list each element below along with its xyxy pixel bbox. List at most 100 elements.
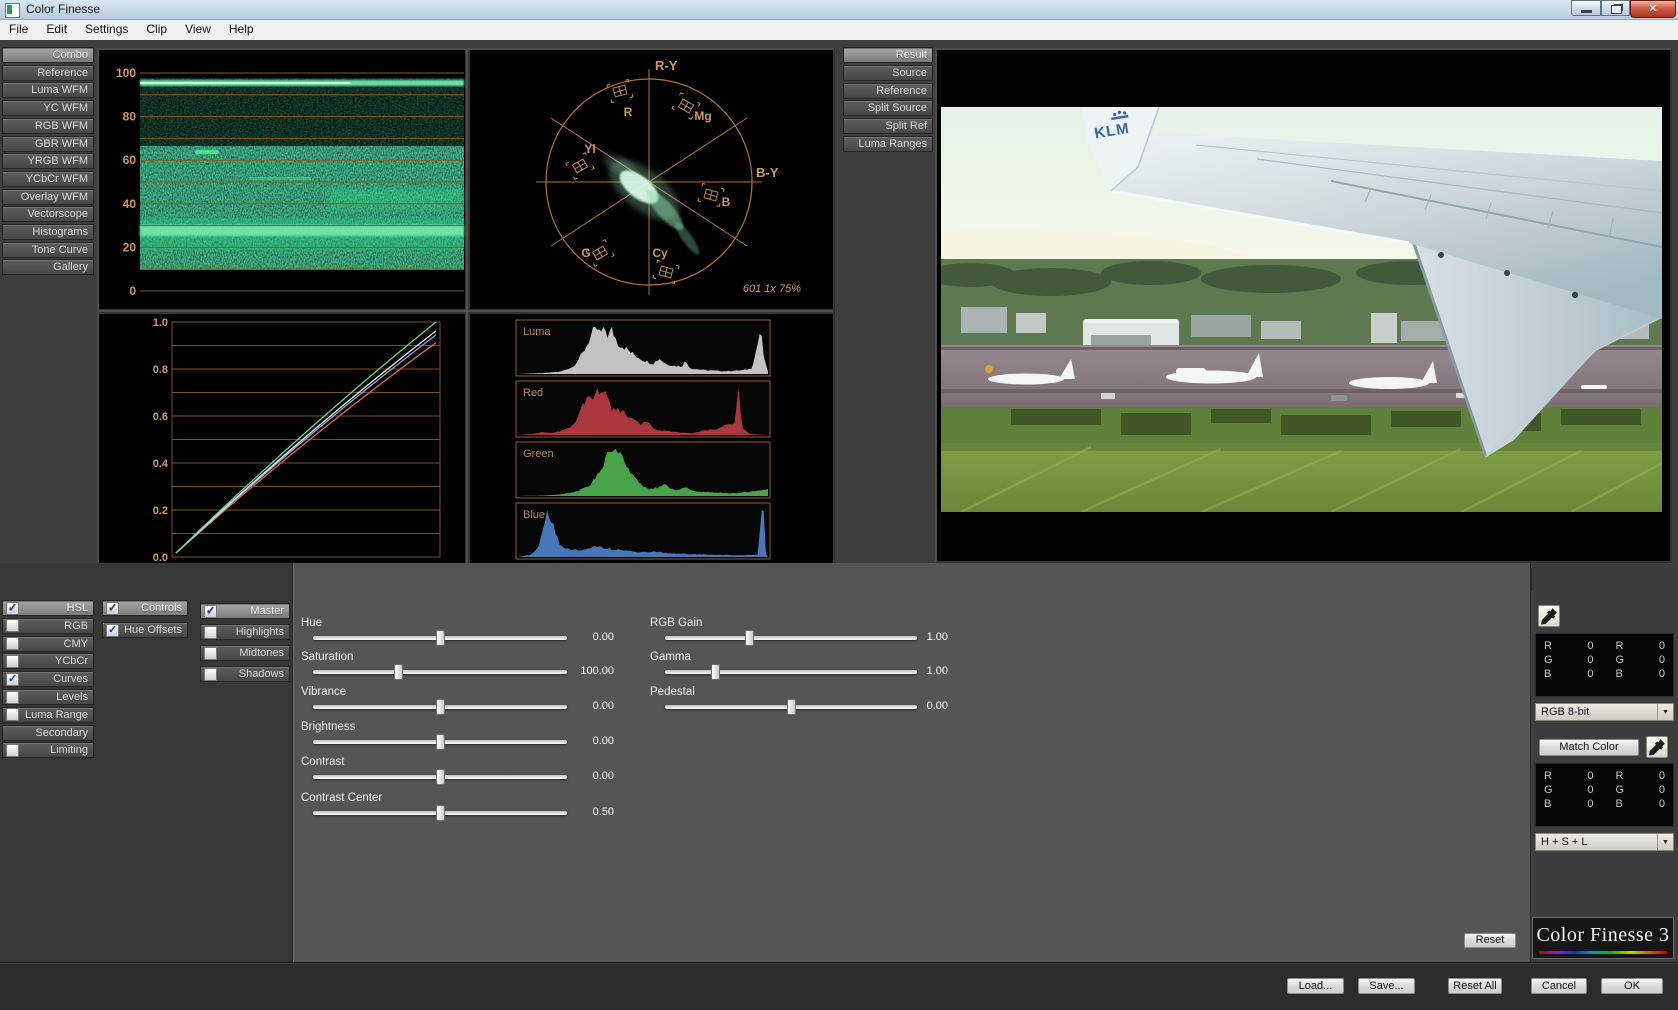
tab-label: YC WFM	[43, 102, 88, 115]
slider-thumb-contrast-center[interactable]	[435, 805, 445, 821]
menu-edit[interactable]: Edit	[37, 20, 76, 38]
ok-button[interactable]: OK	[1601, 978, 1663, 994]
checkbox-controls[interactable]	[106, 601, 119, 615]
slider-thumb-gamma[interactable]	[711, 664, 721, 680]
checkbox-midtones[interactable]	[204, 646, 217, 660]
grass-strip	[941, 403, 1662, 447]
load-button[interactable]: Load...	[1287, 978, 1344, 994]
vectorscope-target-cy	[652, 259, 680, 285]
correction-tab-secondary[interactable]: Secondary	[2, 724, 94, 741]
cancel-button[interactable]: Cancel	[1531, 978, 1587, 994]
vectorscope-target-label: B	[722, 195, 731, 209]
tab-label: RGB	[64, 619, 88, 632]
tab-label: Reference	[37, 66, 88, 79]
slider-thumb-rgb-gain[interactable]	[745, 630, 755, 646]
close-button[interactable]: ✕	[1630, 0, 1676, 18]
minimize-button[interactable]	[1571, 0, 1601, 16]
eyedropper-sample-button[interactable]	[1538, 605, 1560, 627]
tab-label: Result	[895, 49, 927, 61]
view-tab-result[interactable]: Result	[843, 47, 933, 63]
tonal-tab-master[interactable]: Master	[200, 603, 290, 619]
controls-tab-hue-offsets[interactable]: Hue Offsets	[102, 622, 188, 638]
tonal-tab-shadows[interactable]: Shadows	[200, 666, 290, 682]
color-values-top: R 0 R 0 G 0 G 0 B 0 B 0	[1535, 633, 1674, 697]
checkbox-hsl[interactable]	[6, 601, 19, 615]
correction-tab-rgb[interactable]: RGB	[2, 617, 94, 634]
tonal-tab-highlights[interactable]: Highlights	[200, 624, 290, 640]
slider-thumb-brightness[interactable]	[435, 734, 445, 750]
slider-thumb-contrast[interactable]	[435, 769, 445, 785]
menu-settings[interactable]: Settings	[76, 20, 137, 38]
tab-label: GBR WFM	[34, 137, 88, 150]
scope-tab-histograms[interactable]: Histograms	[2, 224, 94, 240]
correction-tab-luma-range[interactable]: Luma Range	[2, 706, 94, 723]
view-tab-source[interactable]: Source	[843, 64, 933, 81]
slider-label-contrast-center: Contrast Center	[301, 792, 383, 804]
slider-thumb-saturation[interactable]	[393, 664, 403, 680]
save-button[interactable]: Save...	[1358, 978, 1415, 994]
scope-tab-combo[interactable]: Combo	[2, 47, 94, 63]
view-tab-reference[interactable]: Reference	[843, 82, 933, 99]
checkbox-levels[interactable]	[6, 690, 19, 704]
reset-button[interactable]: Reset	[1464, 933, 1516, 948]
scope-tab-gallery[interactable]: Gallery	[2, 259, 94, 276]
view-tab-split-source[interactable]: Split Source	[843, 100, 933, 117]
reset-all-button[interactable]: Reset All	[1448, 978, 1502, 994]
slider-thumb-pedestal[interactable]	[786, 699, 796, 715]
scope-tab-yrgb-wfm[interactable]: YRGB WFM	[2, 153, 94, 170]
menu-bar: File Edit Settings Clip View Help	[0, 20, 1678, 40]
color-value-cell: B	[1544, 668, 1552, 680]
scope-tab-tone-curve[interactable]: Tone Curve	[2, 241, 94, 258]
scope-tab-reference[interactable]: Reference	[2, 64, 94, 81]
controls-tab-controls[interactable]: Controls	[102, 600, 188, 616]
view-tab-split-ref[interactable]: Split Ref	[843, 118, 933, 135]
checkbox-rgb[interactable]	[6, 619, 19, 633]
vectorscope-target-yl	[565, 152, 595, 180]
scope-tab-yc-wfm[interactable]: YC WFM	[2, 100, 94, 117]
match-mode-dropdown[interactable]: H + S + L ▼	[1535, 833, 1674, 851]
maximize-button[interactable]	[1601, 0, 1630, 16]
checkbox-hue-offsets[interactable]	[106, 623, 119, 637]
color-depth-dropdown[interactable]: RGB 8-bit ▼	[1535, 703, 1674, 721]
checkbox-cmy[interactable]	[6, 637, 19, 651]
slider-thumb-vibrance[interactable]	[435, 699, 445, 715]
correction-tab-ycbcr[interactable]: YCbCr	[2, 653, 94, 670]
tab-label: Source	[892, 66, 927, 79]
menu-file[interactable]: File	[0, 20, 37, 38]
color-value-cell: R	[1615, 640, 1624, 652]
checkbox-ycbcr[interactable]	[6, 654, 19, 668]
checkbox-luma-range[interactable]	[6, 708, 19, 722]
correction-tab-limiting[interactable]: Limiting	[2, 742, 94, 759]
checkbox-highlights[interactable]	[204, 625, 217, 639]
match-color-button[interactable]: Match Color	[1539, 739, 1639, 756]
color-value-cell: 0	[1658, 784, 1665, 796]
vectorscope-target-label: Cy	[652, 246, 668, 260]
correction-tab-levels[interactable]: Levels	[2, 689, 94, 705]
scope-tab-vectorscope[interactable]: Vectorscope	[2, 206, 94, 223]
checkbox-limiting[interactable]	[6, 743, 19, 757]
scope-tab-rgb-wfm[interactable]: RGB WFM	[2, 117, 94, 134]
checkbox-shadows[interactable]	[204, 667, 217, 681]
scope-tab-luma-wfm[interactable]: Luma WFM	[2, 82, 94, 99]
color-value-cell: G	[1544, 784, 1553, 796]
vectorscope-target-label: Yl	[584, 142, 595, 156]
view-tab-luma-ranges[interactable]: Luma Ranges	[843, 136, 933, 152]
scope-tab-gbr-wfm[interactable]: GBR WFM	[2, 135, 94, 152]
slider-track-saturation[interactable]	[313, 670, 567, 674]
correction-tab-cmy[interactable]: CMY	[2, 635, 94, 652]
tonal-tab-midtones[interactable]: Midtones	[200, 645, 290, 661]
correction-tab-hsl[interactable]: HSL	[2, 600, 94, 616]
tab-label: Gallery	[53, 261, 88, 274]
menu-view[interactable]: View	[176, 20, 220, 38]
slider-thumb-hue[interactable]	[435, 630, 445, 646]
menu-help[interactable]: Help	[220, 20, 263, 38]
vectorscope-scope: R-Y B-Y 601 1x 75% R Mg Yl B G Cy	[536, 58, 801, 295]
scope-tab-overlay-wfm[interactable]: Overlay WFM	[2, 188, 94, 205]
correction-tab-curves[interactable]: Curves	[2, 671, 94, 688]
scope-tab-ycbcr-wfm[interactable]: YCbCr WFM	[2, 170, 94, 187]
eyedropper-match-button[interactable]	[1646, 736, 1668, 758]
color-value-cell: 0	[1658, 770, 1665, 782]
checkbox-curves[interactable]	[6, 672, 19, 686]
menu-clip[interactable]: Clip	[137, 20, 176, 38]
checkbox-master[interactable]	[204, 604, 217, 618]
